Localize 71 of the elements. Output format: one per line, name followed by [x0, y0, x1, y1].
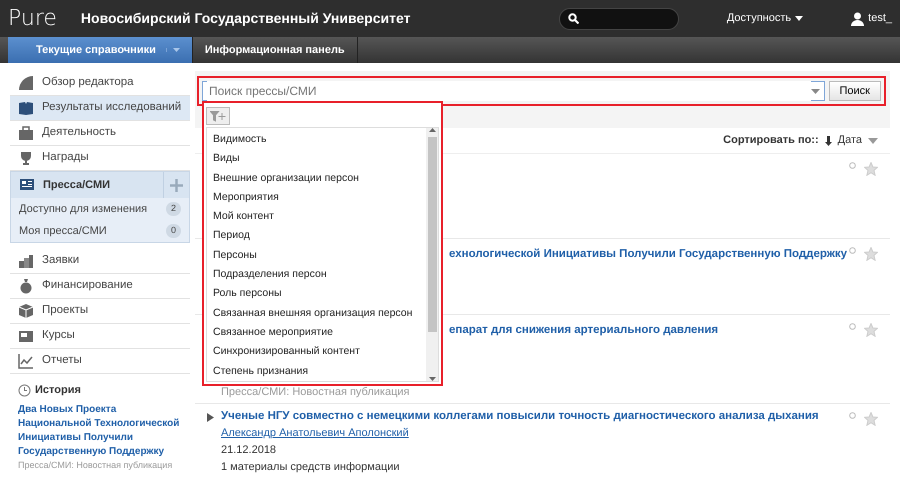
circle-icon: [849, 162, 856, 169]
nav-tab[interactable]: Информационная панель: [192, 37, 358, 63]
result-title[interactable]: Ученые НГУ совместно с немецкими коллегами повысили точность диагностического анализа дыхания: [221, 408, 849, 425]
filter-option[interactable]: Персоны: [213, 246, 426, 266]
filter-option[interactable]: Роль персоны: [213, 284, 426, 304]
accessibility-menu[interactable]: Доступность: [726, 10, 792, 27]
sidebar-item[interactable]: Результаты исследований: [10, 96, 190, 121]
header-search-field[interactable]: [558, 8, 679, 30]
sidebar-subitem[interactable]: Доступно для изменения: [19, 200, 148, 218]
nav-tab[interactable]: Текущие справочники: [8, 37, 193, 63]
sort-dropdown[interactable]: Дата: [838, 132, 862, 149]
cube-icon: [18, 303, 34, 319]
book-icon: [18, 100, 34, 116]
result-count: 1 материалы средств информации: [221, 460, 401, 475]
search-button[interactable]: Поиск: [828, 81, 881, 101]
search-field[interactable]: Поиск прессы/СМИ: [202, 81, 825, 101]
result-title[interactable]: епарат для снижения артериального давления: [449, 322, 849, 339]
filter-option[interactable]: Синхронизированный контент: [213, 342, 426, 362]
filter-option[interactable]: Мой контент: [213, 207, 426, 226]
filter-option[interactable]: Связанная внешняя организация персон: [213, 304, 426, 323]
star-icon: [864, 323, 878, 337]
filter-option[interactable]: Виды: [213, 149, 426, 169]
sort-label: Сортировать по::: [723, 133, 819, 148]
star-icon: [864, 412, 878, 426]
circle-icon: [849, 412, 856, 419]
down-arrow-icon: [824, 136, 832, 146]
circle-icon: [849, 247, 856, 254]
filter-button[interactable]: [206, 107, 230, 125]
filter-option[interactable]: Период: [213, 226, 426, 246]
scroll-down-icon: [428, 377, 436, 381]
scrollbar[interactable]: [426, 128, 438, 381]
circle-icon: [849, 323, 856, 330]
chart-icon: [18, 353, 34, 369]
result-date: 21.12.2018: [221, 443, 278, 458]
caret-icon: [172, 48, 180, 52]
dropdown-caret-icon: [810, 88, 820, 94]
user-icon: [851, 12, 864, 26]
newspaper-icon: [19, 177, 35, 193]
coins-icon: [18, 253, 34, 269]
filter-option[interactable]: Видимость: [213, 130, 426, 150]
star-icon: [864, 247, 878, 261]
trophy-icon: [18, 150, 34, 166]
caret-icon: [795, 16, 804, 21]
filter-option[interactable]: Внешние организации персон: [213, 168, 426, 188]
gauge-icon: [18, 75, 34, 91]
filter-plus-icon: [210, 110, 226, 122]
result-title[interactable]: ехнологической Инициативы Получили Государственную Поддержку: [449, 246, 849, 263]
history-link[interactable]: Два Новых Проекта Национальной Технологической Инициативы Получили Государственную Поддержку: [18, 402, 190, 458]
caret-icon: [868, 138, 878, 144]
expand-arrow-icon: [207, 413, 214, 422]
filter-option[interactable]: Мероприятия: [213, 188, 426, 208]
count-badge: 2: [166, 202, 181, 216]
logo: Pure: [8, 5, 57, 33]
history-title: История: [35, 383, 81, 398]
clock-icon: [18, 384, 31, 397]
board-icon: [18, 328, 34, 344]
sidebar-subitem[interactable]: Моя пресса/СМИ: [19, 222, 107, 240]
briefcase-icon: [18, 125, 34, 141]
star-icon: [864, 162, 878, 176]
search-icon: [568, 13, 579, 24]
history-meta: Пресса/СМИ: Новостная публикация: [18, 458, 174, 472]
filter-option[interactable]: Степень признания: [213, 362, 426, 381]
author-link[interactable]: Александр Анатольевич Аполонский: [221, 427, 409, 439]
user-menu[interactable]: test_: [868, 10, 892, 27]
result-type: Пресса/СМИ: Новостная публикация: [221, 385, 410, 400]
university-title: Новосибирский Государственный Университет: [80, 9, 410, 28]
filter-option[interactable]: Подразделения персон: [213, 265, 426, 284]
count-badge: 0: [166, 224, 181, 238]
money-bag-icon: [18, 278, 34, 294]
filter-option[interactable]: Связанное мероприятие: [213, 322, 426, 342]
plus-icon: [170, 178, 183, 192]
